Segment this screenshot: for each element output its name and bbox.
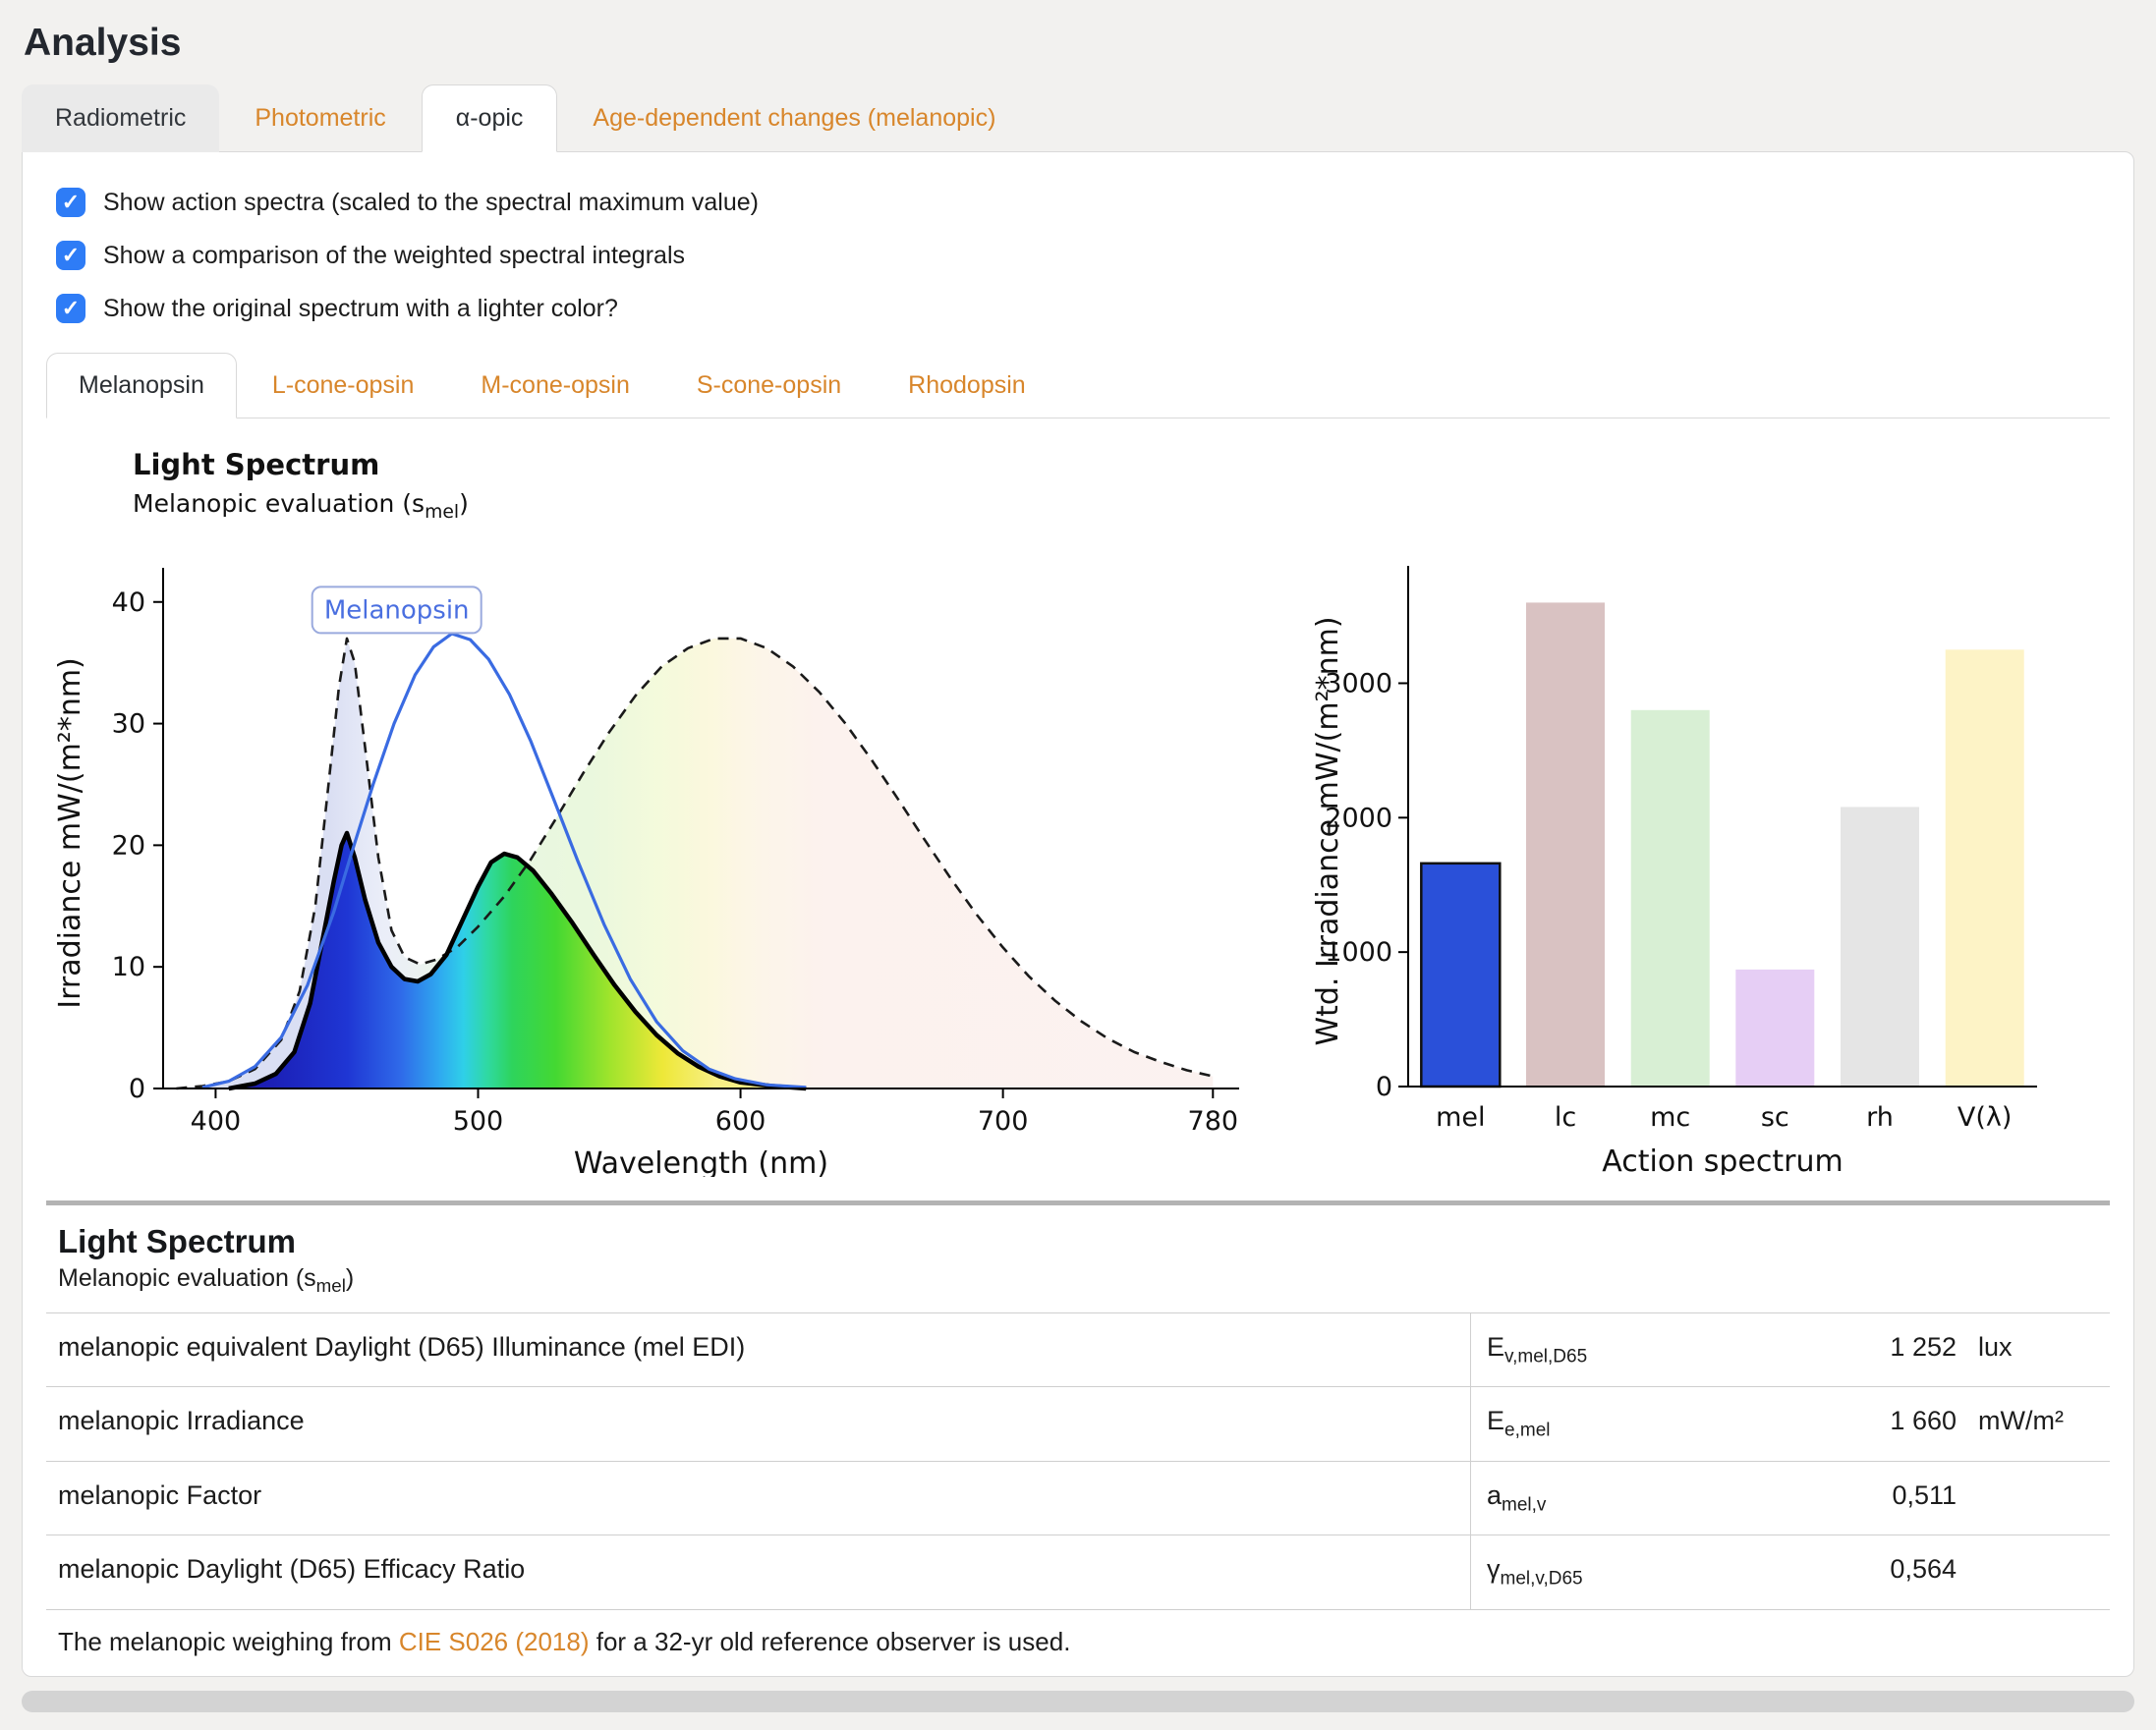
svg-text:600: 600 — [715, 1106, 766, 1137]
svg-text:20: 20 — [112, 830, 145, 861]
alpha-opic-panel: Show action spectra (scaled to the spect… — [22, 151, 2134, 1677]
results-table: melanopic equivalent Daylight (D65) Illu… — [46, 1312, 2110, 1610]
svg-text:Irradiance mW/(m²*nm): Irradiance mW/(m²*nm) — [53, 657, 87, 1009]
option-show-action-spectra[interactable]: Show action spectra (scaled to the spect… — [56, 188, 2110, 217]
svg-text:mel: mel — [1436, 1102, 1485, 1133]
checkbox-weighted-integrals[interactable] — [56, 241, 85, 270]
spectrum-plot: 400 500 600 700 780 0 10 20 30 40 Wavelength (nm) I… — [50, 529, 1269, 1177]
symbol-main: γ — [1487, 1554, 1501, 1584]
main-tabs: Radiometric Photometric α-opic Age-depen… — [22, 84, 2134, 152]
results-sub-prefix: Melanopic evaluation (s — [58, 1264, 316, 1292]
bottom-scrollbar[interactable] — [22, 1691, 2134, 1712]
svg-text:10: 10 — [112, 952, 145, 982]
spectrum-chart-subtitle: Melanopic evaluation (smel) — [133, 489, 1277, 523]
tab-photometric[interactable]: Photometric — [221, 84, 419, 152]
svg-text:rh: rh — [1866, 1102, 1894, 1133]
results-section: Light Spectrum Melanopic evaluation (sme… — [46, 1200, 2110, 1676]
result-unit: lux — [1957, 1332, 2094, 1363]
result-symbol: Ee,mel — [1487, 1406, 1799, 1441]
cie-s026-link[interactable]: CIE S026 (2018) — [399, 1627, 590, 1656]
tab-melanopsin[interactable]: Melanopsin — [46, 353, 237, 419]
result-value: 1 252 — [1799, 1332, 1957, 1363]
option-label: Show the original spectrum with a lighte… — [103, 295, 618, 323]
result-value: 1 660 — [1799, 1406, 1957, 1436]
svg-text:700: 700 — [978, 1106, 1029, 1137]
checkbox-show-action-spectra[interactable] — [56, 188, 85, 217]
option-weighted-integrals[interactable]: Show a comparison of the weighted spectr… — [56, 241, 2110, 270]
symbol-sub: e,mel — [1504, 1421, 1550, 1441]
result-value: 0,564 — [1799, 1554, 1957, 1585]
result-unit: mW/m² — [1957, 1406, 2094, 1436]
result-label: melanopic equivalent Daylight (D65) Illu… — [46, 1313, 1470, 1386]
options-list: Show action spectra (scaled to the spect… — [56, 188, 2110, 323]
svg-text:500: 500 — [453, 1106, 504, 1137]
result-row-mel-factor: melanopic Factor amel,v 0,511 — [46, 1462, 2110, 1535]
result-row-mel-edi: melanopic equivalent Daylight (D65) Illu… — [46, 1313, 2110, 1387]
result-row-mel-efficacy-ratio: melanopic Daylight (D65) Efficacy Ratio … — [46, 1535, 2110, 1609]
tab-rhodopsin[interactable]: Rhodopsin — [877, 353, 1057, 418]
tab-s-cone-opsin[interactable]: S-cone-opsin — [665, 353, 873, 418]
result-symbol: γmel,v,D65 — [1487, 1554, 1799, 1590]
spectrum-chart-title: Light Spectrum — [133, 448, 1277, 481]
footnote-prefix: The melanopic weighing from — [58, 1627, 399, 1656]
subtitle-prefix: Melanopic evaluation (s — [133, 489, 425, 518]
tab-l-cone-opsin[interactable]: L-cone-opsin — [241, 353, 446, 418]
svg-text:0: 0 — [1376, 1072, 1392, 1102]
svg-text:lc: lc — [1555, 1102, 1576, 1133]
svg-text:Wavelength (nm): Wavelength (nm) — [574, 1146, 828, 1177]
opsin-tabs: Melanopsin L-cone-opsin M-cone-opsin S-c… — [46, 353, 2110, 419]
result-value: 0,511 — [1799, 1480, 1957, 1511]
symbol-main: E — [1487, 1332, 1504, 1362]
spectrum-chart: Light Spectrum Melanopic evaluation (sme… — [50, 448, 1277, 1177]
tab-radiometric[interactable]: Radiometric — [22, 84, 219, 152]
result-row-mel-irradiance: melanopic Irradiance Ee,mel 1 660 mW/m² — [46, 1387, 2110, 1461]
svg-text:mc: mc — [1650, 1102, 1690, 1133]
svg-text:Wtd. Irradiance mW/(m²*nm): Wtd. Irradiance mW/(m²*nm) — [1311, 616, 1345, 1045]
svg-text:V(λ): V(λ) — [1957, 1102, 2013, 1133]
charts-area: Light Spectrum Melanopic evaluation (sme… — [46, 419, 2110, 1195]
svg-text:Melanopsin: Melanopsin — [324, 595, 470, 625]
checkbox-original-lighter-color[interactable] — [56, 294, 85, 323]
footnote: The melanopic weighing from CIE S026 (20… — [46, 1610, 2110, 1676]
results-sub-sub: mel — [316, 1275, 346, 1296]
symbol-sub: v,mel,D65 — [1504, 1346, 1587, 1367]
result-label: melanopic Factor — [46, 1462, 1470, 1535]
subtitle-suffix: ) — [459, 489, 469, 518]
symbol-sub: mel,v,D65 — [1501, 1569, 1583, 1590]
bar-plot: 0100020003000mellcmcscrhV(λ)Action spect… — [1310, 527, 2057, 1175]
svg-text:Action spectrum: Action spectrum — [1602, 1144, 1843, 1175]
svg-text:sc: sc — [1761, 1102, 1789, 1133]
tab-m-cone-opsin[interactable]: M-cone-opsin — [449, 353, 660, 418]
subtitle-sub: mel — [425, 502, 459, 523]
results-sub-suffix: ) — [346, 1264, 354, 1292]
page-title: Analysis — [24, 22, 2134, 65]
footnote-suffix: for a 32-yr old reference observer is us… — [590, 1627, 1071, 1656]
svg-text:0: 0 — [129, 1074, 145, 1104]
results-heading: Light Spectrum — [58, 1223, 2110, 1260]
symbol-main: a — [1487, 1480, 1502, 1510]
svg-text:30: 30 — [112, 709, 145, 740]
option-label: Show action spectra (scaled to the spect… — [103, 189, 759, 217]
result-symbol: Ev,mel,D65 — [1487, 1332, 1799, 1367]
option-original-lighter-color[interactable]: Show the original spectrum with a lighte… — [56, 294, 2110, 323]
results-subheading: Melanopic evaluation (smel) — [58, 1264, 2110, 1297]
svg-text:400: 400 — [191, 1106, 242, 1137]
bar-chart: 0100020003000mellcmcscrhV(λ)Action spect… — [1310, 448, 2063, 1175]
option-label: Show a comparison of the weighted spectr… — [103, 242, 685, 270]
svg-text:780: 780 — [1188, 1106, 1239, 1137]
result-label: melanopic Daylight (D65) Efficacy Ratio — [46, 1535, 1470, 1608]
symbol-sub: mel,v — [1502, 1494, 1546, 1515]
tab-alpha-opic[interactable]: α-opic — [422, 84, 558, 152]
symbol-main: E — [1487, 1406, 1504, 1435]
tab-age-dependent-changes[interactable]: Age-dependent changes (melanopic) — [559, 84, 1029, 152]
result-label: melanopic Irradiance — [46, 1387, 1470, 1460]
result-symbol: amel,v — [1487, 1480, 1799, 1516]
svg-text:40: 40 — [112, 587, 145, 618]
